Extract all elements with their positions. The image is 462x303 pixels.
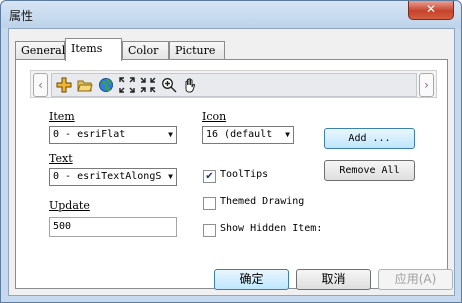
chevron-down-icon: ▼ [168,172,173,181]
add-button[interactable]: Add ... [324,128,415,149]
show-hidden-label: Show Hidden Item: [220,223,323,234]
open-folder-icon[interactable] [76,77,94,95]
toolbar-preview [51,73,417,97]
tooltips-label: ToolTips [220,169,269,180]
tab-color[interactable]: Color [122,41,169,60]
dialog-client: General Items Color Picture ‹ › Item 0 -… [8,28,455,296]
update-label: Update [49,199,90,212]
close-button[interactable]: ✕ [408,1,454,20]
cancel-button[interactable]: 取消 [296,269,371,290]
window-title: 属性 [9,9,34,23]
chevron-down-icon: ▼ [285,130,290,139]
globe-icon[interactable] [97,77,115,95]
item-select[interactable]: 0 - esriFlat ▼ [49,126,177,144]
fixed-zoom-out-icon[interactable] [139,77,157,95]
remove-all-button[interactable]: Remove All [324,160,415,181]
icon-label: Icon [202,110,227,123]
text-select-value: 0 - esriTextAlongS [53,171,162,182]
full-extent-icon[interactable] [118,77,136,95]
scroll-right-button[interactable]: › [419,73,434,97]
pan-hand-icon[interactable] [181,77,199,95]
properties-dialog: 属性 ✕ General Items Color Picture ‹ › Ite… [0,0,462,303]
item-select-value: 0 - esriFlat [53,129,126,140]
add-item-icon[interactable] [55,77,73,95]
tab-items[interactable]: Items [65,38,122,61]
item-label: Item [49,110,75,123]
apply-button[interactable]: 应用(A) [378,269,453,290]
update-input[interactable]: 500 [49,217,177,237]
themed-drawing-label: Themed Drawing [220,196,305,207]
tab-general[interactable]: General [15,41,65,60]
text-select[interactable]: 0 - esriTextAlongS ▼ [49,168,177,186]
show-hidden-checkbox[interactable] [203,224,216,237]
tooltips-checkbox[interactable]: ✔ [203,170,216,183]
themed-drawing-checkbox[interactable] [203,197,216,210]
text-label: Text [49,152,73,165]
items-panel: ‹ › Item 0 - esriFlat ▼ Icon 16 (default… [15,59,448,289]
scroll-left-button[interactable]: ‹ [33,73,48,97]
title-bar[interactable]: 属性 ✕ [1,1,461,28]
ok-button[interactable]: 确定 [214,269,289,290]
zoom-in-icon[interactable] [160,77,178,95]
toolbar-frame: ‹ › [30,70,437,98]
icon-select-value: 16 (default [206,129,273,140]
icon-select[interactable]: 16 (default ▼ [202,126,294,144]
tab-picture[interactable]: Picture [169,41,225,60]
chevron-down-icon: ▼ [168,130,173,139]
